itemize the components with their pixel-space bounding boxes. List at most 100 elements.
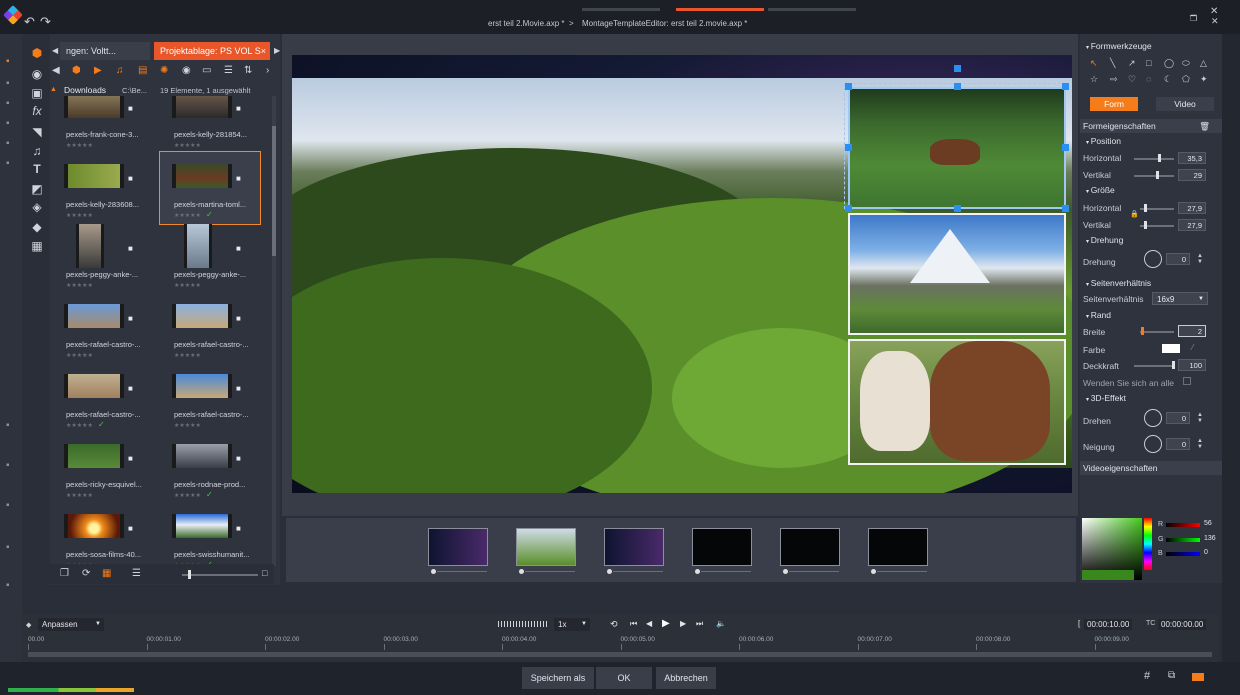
tab-close-icon[interactable]: ×: [261, 42, 266, 60]
tool-icon[interactable]: ▪: [6, 78, 10, 89]
rating-stars[interactable]: ★★★★★: [174, 352, 201, 359]
tool-icon[interactable]: ▪: [6, 420, 10, 431]
media-thumbnail[interactable]: [64, 444, 124, 468]
media-item[interactable]: ■ pexels-kelly-283608... ★★★★★: [52, 152, 152, 224]
position-section[interactable]: ▾ Position: [1086, 136, 1121, 146]
media-item[interactable]: ■ pexels-rafael-castro-... ★★★★★: [52, 292, 152, 364]
title-text-icon[interactable]: T: [30, 162, 44, 176]
tool-icon[interactable]: ▪: [6, 542, 10, 553]
rating-stars[interactable]: ★★★★★: [174, 142, 201, 149]
rating-stars[interactable]: ★★★★★: [174, 492, 201, 499]
sort-icon[interactable]: ⇅: [244, 65, 252, 76]
redo-icon[interactable]: ↷: [40, 14, 51, 30]
media-thumbnail[interactable]: [76, 224, 104, 268]
resize-handle[interactable]: [1062, 144, 1069, 151]
rating-stars[interactable]: ★★★★★: [174, 212, 201, 219]
rectangle-tool-icon[interactable]: □: [1146, 58, 1151, 68]
library-home-icon[interactable]: ⬢: [30, 46, 44, 60]
media-thumbnail[interactable]: [64, 164, 124, 188]
media-thumbnail[interactable]: [64, 304, 124, 328]
border-section[interactable]: ▾ Rand: [1086, 310, 1111, 320]
border-width-knob[interactable]: [1141, 327, 1144, 335]
video-button[interactable]: Video: [1156, 97, 1214, 111]
opacity-knob[interactable]: [1172, 361, 1175, 369]
rotate-3d-dial[interactable]: [1144, 409, 1162, 427]
media-thumbnail[interactable]: [64, 374, 124, 398]
arrow-tool-icon[interactable]: ↗: [1128, 58, 1136, 69]
library-icon[interactable]: ⬢: [72, 65, 81, 76]
filmstrip-icon[interactable]: ▦: [30, 239, 44, 253]
breadcrumb-project[interactable]: erst teil 2.Movie.axp *: [488, 19, 564, 28]
save-as-button[interactable]: Speichern als: [522, 667, 594, 689]
size-horizontal-knob[interactable]: [1144, 204, 1147, 212]
media-thumbnail[interactable]: [172, 374, 232, 398]
external-preview-icon[interactable]: ⧉: [1168, 670, 1175, 681]
tab-scroll-right-icon[interactable]: ▶: [274, 46, 280, 55]
border-width-slider[interactable]: [1140, 331, 1174, 333]
eyedropper-icon[interactable]: ⁄: [1192, 343, 1193, 352]
vertical-input[interactable]: 29: [1178, 169, 1206, 181]
resize-handle[interactable]: [1062, 83, 1069, 90]
library-scrollbar[interactable]: [272, 96, 276, 566]
tilt-spinner-icon[interactable]: ▲ ▼: [1197, 438, 1203, 450]
media-thumbnail[interactable]: [172, 444, 232, 468]
size-horizontal-input[interactable]: 27,9: [1178, 202, 1206, 214]
effects-icon[interactable]: fx: [30, 104, 44, 118]
keyframe-thumbnail[interactable]: [780, 528, 840, 574]
media-item[interactable]: ■ pexels-rafael-castro-... ★★★★★ ✓: [52, 362, 152, 434]
heart-tool-icon[interactable]: ♡: [1128, 74, 1136, 85]
marker-icon[interactable]: ◆: [30, 220, 44, 234]
folder-up-icon[interactable]: ▲: [50, 86, 57, 93]
burst-tool-icon[interactable]: ✦: [1200, 74, 1208, 85]
tool-icon[interactable]: ▪: [6, 56, 10, 67]
media-item[interactable]: ■ pexels-kelly-281854... ★★★★★: [160, 96, 260, 154]
speech-tool-icon[interactable]: ◌: [1146, 74, 1151, 84]
media-icon[interactable]: ▣: [30, 86, 44, 100]
back-icon[interactable]: ◀: [52, 65, 60, 76]
grid-view-icon[interactable]: ▦: [102, 568, 111, 579]
moon-tool-icon[interactable]: ☾: [1164, 74, 1172, 85]
video-icon[interactable]: ▶: [94, 65, 102, 76]
horizontal-input[interactable]: 35,3: [1178, 152, 1206, 164]
pentagon-tool-icon[interactable]: ⬠: [1182, 74, 1190, 85]
resize-handle[interactable]: [1062, 205, 1069, 212]
form-button[interactable]: Form: [1090, 97, 1138, 111]
rotation-section[interactable]: ▾ Drehung: [1086, 235, 1123, 245]
resize-handle[interactable]: [954, 205, 961, 212]
tool-icon[interactable]: ▪: [6, 138, 10, 149]
aspect-section[interactable]: ▾ Seitenverhältnis: [1086, 278, 1151, 288]
title-icon[interactable]: ▤: [138, 65, 147, 76]
tool-icon[interactable]: ▪: [6, 158, 10, 169]
tile-cows-closeup[interactable]: [848, 339, 1066, 465]
rating-stars[interactable]: ★★★★★: [66, 142, 93, 149]
rotation-dial[interactable]: [1144, 250, 1162, 268]
resize-handle[interactable]: [954, 83, 961, 90]
media-item[interactable]: ■ pexels-peggy-anke-... ★★★★★: [52, 222, 152, 294]
tool-icon[interactable]: ▪: [6, 118, 10, 129]
timeline-scrollbar[interactable]: [28, 652, 1212, 657]
opacity-input[interactable]: 100: [1178, 359, 1206, 371]
keyframe-thumbnail[interactable]: [516, 528, 576, 574]
size-section[interactable]: ▾ Größe: [1086, 185, 1115, 195]
green-slider[interactable]: [1166, 538, 1200, 542]
tilt-input[interactable]: 0: [1166, 438, 1190, 450]
rating-stars[interactable]: ★★★★★: [66, 352, 93, 359]
rating-stars[interactable]: ★★★★★: [66, 212, 93, 219]
rating-stars[interactable]: ★★★★★: [66, 282, 93, 289]
apply-all-checkbox[interactable]: [1183, 377, 1191, 385]
tool-icon[interactable]: ▪: [6, 580, 10, 591]
rating-stars[interactable]: ★★★★★: [66, 492, 93, 499]
media-thumbnail[interactable]: [64, 514, 124, 538]
size-vertical-knob[interactable]: [1144, 221, 1147, 229]
border-width-input[interactable]: 2: [1178, 325, 1206, 337]
media-thumbnail[interactable]: [172, 164, 232, 188]
copy-icon[interactable]: ❐: [60, 568, 69, 579]
tilt-dial[interactable]: [1144, 435, 1162, 453]
ok-button[interactable]: OK: [596, 667, 652, 689]
blue-value[interactable]: 0: [1204, 549, 1208, 556]
folder-icon[interactable]: ▭: [202, 65, 211, 76]
music-icon[interactable]: ♫: [30, 144, 44, 158]
rating-stars[interactable]: ★★★★★: [66, 422, 93, 429]
blue-slider[interactable]: [1166, 552, 1200, 556]
list-icon[interactable]: ☰: [132, 568, 141, 579]
